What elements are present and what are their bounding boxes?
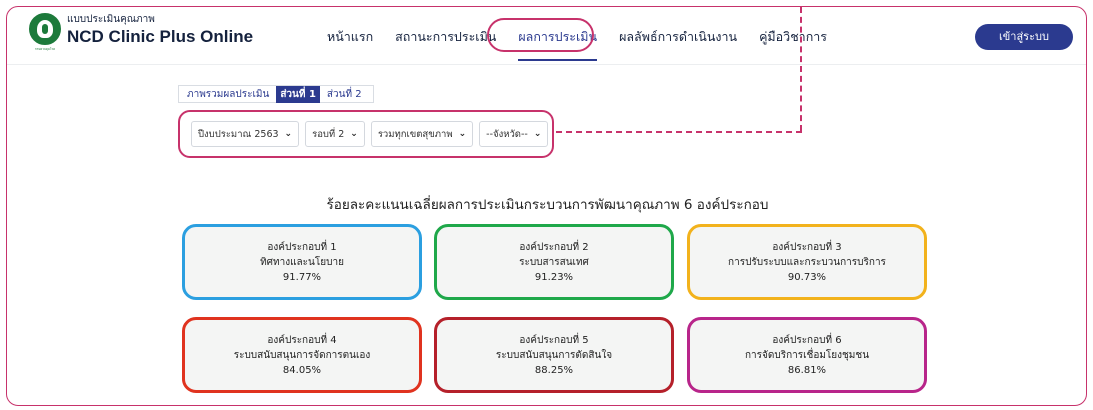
nav-academic-manual[interactable]: คู่มือวิชาการ <box>759 21 827 53</box>
card-name: ระบบสารสนเทศ <box>519 256 589 268</box>
province-select[interactable]: --จังหวัด-- ⌄ <box>479 121 549 147</box>
result-subtabs: ภาพรวมผลประเมิน ส่วนที่ 1 ส่วนที่ 2 <box>178 85 374 103</box>
component-card-4[interactable]: องค์ประกอบที่ 4 ระบบสนับสนุนการจัดการตนเ… <box>182 317 422 393</box>
chevron-down-icon: ⌄ <box>284 129 293 139</box>
nav-highlight-circle <box>487 18 594 52</box>
tab-overview[interactable]: ภาพรวมผลประเมิน <box>183 86 273 103</box>
card-name: การจัดบริการเชื่อมโยงชุมชน <box>744 349 870 361</box>
filter-bar: ปีงบประมาณ 2563 ⌄ รอบที่ 2 ⌄ รวมทุกเขตสุ… <box>191 121 554 147</box>
component-card-1[interactable]: องค์ประกอบที่ 1 ทิศทางและนโยบาย 91.77% <box>182 224 422 300</box>
component-card-2[interactable]: องค์ประกอบที่ 2 ระบบสารสนเทศ 91.23% <box>434 224 674 300</box>
card-title: องค์ประกอบที่ 5 <box>519 334 589 346</box>
health-region-select[interactable]: รวมทุกเขตสุขภาพ ⌄ <box>370 121 474 147</box>
nav-assessment-status[interactable]: สถานะการประเมิน <box>395 21 496 53</box>
card-title: องค์ประกอบที่ 2 <box>519 241 589 253</box>
province-value: --จังหวัด-- <box>486 128 528 140</box>
app-frame: กรมควบคุมโรค แบบประเมินคุณภาพ NCD Clinic… <box>6 6 1087 406</box>
nav-performance-outcomes[interactable]: ผลลัพธ์การดำเนินงาน <box>619 21 737 53</box>
card-title: องค์ประกอบที่ 3 <box>772 241 842 253</box>
brand-subtitle: แบบประเมินคุณภาพ <box>67 14 155 25</box>
card-name: การปรับระบบและกระบวนการบริการ <box>728 256 886 268</box>
component-card-6[interactable]: องค์ประกอบที่ 6 การจัดบริการเชื่อมโยงชุม… <box>687 317 927 393</box>
round-value: รอบที่ 2 <box>312 128 345 140</box>
health-region-value: รวมทุกเขตสุขภาพ <box>377 128 453 140</box>
chevron-down-icon: ⌄ <box>533 129 542 139</box>
card-value: 90.73% <box>787 271 827 283</box>
header: กรมควบคุมโรค แบบประเมินคุณภาพ NCD Clinic… <box>7 7 1086 65</box>
card-name: ระบบสนับสนุนการจัดการตนเอง <box>233 349 371 361</box>
tab-part-2[interactable]: ส่วนที่ 2 <box>323 86 366 103</box>
logo-icon[interactable] <box>29 13 61 45</box>
component-card-3[interactable]: องค์ประกอบที่ 3 การปรับระบบและกระบวนการบ… <box>687 224 927 300</box>
logo-caption: กรมควบคุมโรค <box>34 47 56 51</box>
card-name: ระบบสนับสนุนการตัดสินใจ <box>495 349 613 361</box>
section-heading: ร้อยละคะแนนเฉลี่ยผลการประเมินกระบวนการพั… <box>326 197 769 213</box>
chevron-down-icon: ⌄ <box>350 129 358 139</box>
card-title: องค์ประกอบที่ 6 <box>772 334 842 346</box>
chevron-down-icon: ⌄ <box>458 129 467 139</box>
tab-part-1[interactable]: ส่วนที่ 1 <box>276 85 320 103</box>
component-card-5[interactable]: องค์ประกอบที่ 5 ระบบสนับสนุนการตัดสินใจ … <box>434 317 674 393</box>
card-title: องค์ประกอบที่ 4 <box>267 334 337 346</box>
fiscal-year-value: ปีงบประมาณ 2563 <box>198 128 279 140</box>
round-select[interactable]: รอบที่ 2 ⌄ <box>305 121 365 147</box>
card-value: 91.23% <box>534 271 574 283</box>
login-button[interactable]: เข้าสู่ระบบ <box>975 24 1073 50</box>
connector-line-horizontal <box>556 131 802 133</box>
brand-title[interactable]: NCD Clinic Plus Online <box>67 27 253 47</box>
card-title: องค์ประกอบที่ 1 <box>267 241 337 253</box>
card-value: 86.81% <box>787 364 827 376</box>
fiscal-year-select[interactable]: ปีงบประมาณ 2563 ⌄ <box>191 121 300 147</box>
card-name: ทิศทางและนโยบาย <box>260 256 344 268</box>
card-value: 84.05% <box>282 364 322 376</box>
card-value: 88.25% <box>534 364 574 376</box>
connector-line-vertical <box>800 7 802 131</box>
nav-home[interactable]: หน้าแรก <box>327 21 373 53</box>
card-value: 91.77% <box>282 271 322 283</box>
